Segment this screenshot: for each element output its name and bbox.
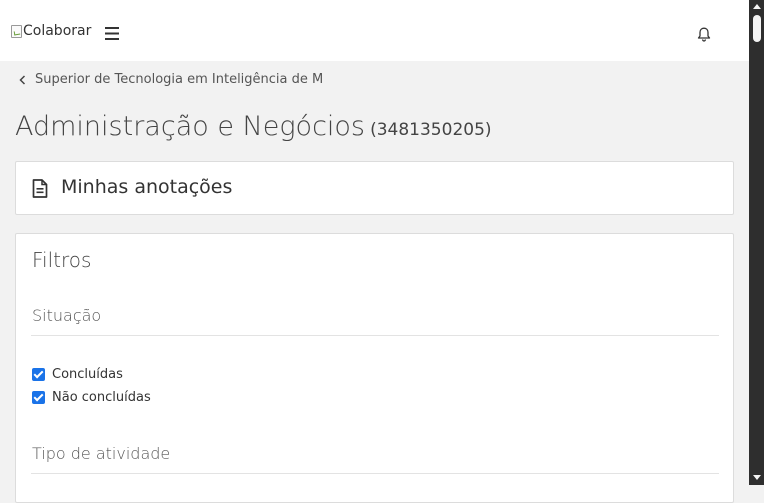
divider [31, 473, 719, 474]
bell-icon[interactable] [697, 27, 711, 46]
course-title: Administração e Negócios [15, 111, 365, 142]
checkbox-checked[interactable] [32, 368, 45, 381]
divider [31, 335, 719, 336]
logo[interactable]: Colaborar [11, 23, 91, 39]
checkbox-nao-concluidas[interactable]: Não concluídas [32, 390, 151, 405]
checkbox-label: Concluídas [52, 367, 123, 382]
scroll-up-arrow-icon[interactable] [753, 4, 761, 9]
scroll-down-arrow-icon[interactable] [753, 475, 761, 480]
breadcrumb[interactable]: Superior de Tecnologia em Inteligência d… [19, 70, 323, 89]
checkbox-checked[interactable] [32, 391, 45, 404]
course-code: (3481350205) [370, 120, 492, 140]
scrollbar-thumb[interactable] [753, 15, 761, 42]
scrollbar[interactable] [749, 0, 764, 485]
top-bar: Colaborar [0, 0, 749, 61]
chevron-left-icon [19, 70, 26, 89]
checkbox-concluidas[interactable]: Concluídas [32, 367, 123, 382]
broken-image-icon [11, 24, 22, 38]
filters-card: Filtros Situação Concluídas Não concluíd… [15, 233, 734, 503]
logo-alt-text: Colaborar [23, 23, 92, 39]
filters-title: Filtros [32, 248, 92, 272]
notes-title: Minhas anotações [61, 176, 233, 198]
document-icon [32, 179, 48, 202]
hamburger-menu-icon[interactable] [105, 25, 119, 44]
page-title: Administração e Negócios (3481350205) [15, 111, 492, 142]
notes-card[interactable]: Minhas anotações [15, 161, 734, 215]
breadcrumb-label: Superior de Tecnologia em Inteligência d… [35, 72, 324, 87]
tipo-atividade-title: Tipo de atividade [32, 444, 171, 463]
checkbox-label: Não concluídas [52, 390, 151, 405]
situacao-title: Situação [32, 306, 102, 325]
